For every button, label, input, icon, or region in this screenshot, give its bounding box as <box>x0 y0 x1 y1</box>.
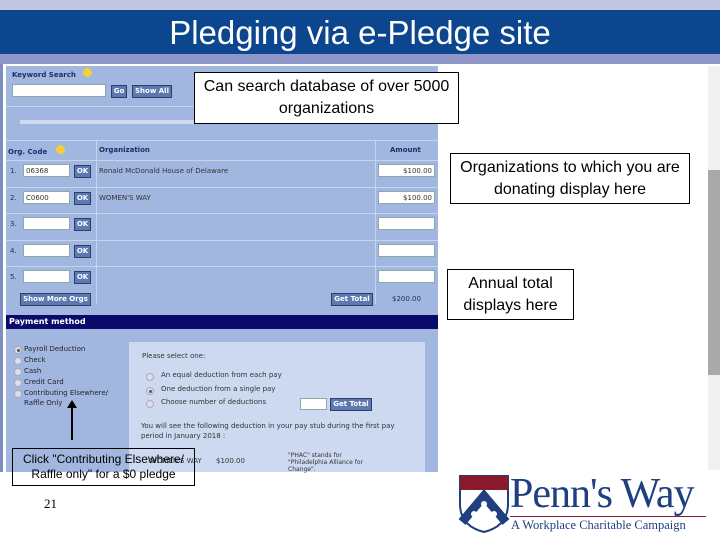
deduction-option-label: One deduction from a single pay <box>161 384 276 393</box>
go-button[interactable]: Go <box>111 85 127 98</box>
orgs-callout: Organizations to which you are donating … <box>450 153 690 204</box>
organization-header: Organization <box>99 146 150 154</box>
slide-title: Pledging via e-Pledge site <box>0 10 720 54</box>
deduction-info: You will see the following deduction in … <box>141 422 395 440</box>
deduction-get-total-button[interactable]: Get Total <box>330 398 372 411</box>
payment-method-radio[interactable] <box>14 379 22 387</box>
row-number: 4. <box>10 246 17 255</box>
org-code-header: Org. Code <box>8 148 48 156</box>
divider <box>6 140 438 141</box>
info-icon <box>83 68 92 77</box>
sub-strip <box>0 54 720 64</box>
annual-total: $200.00 <box>392 295 421 303</box>
logo-rule <box>510 516 706 517</box>
penns-way-logo: Penn's Way A Workplace Charitable Campai… <box>458 471 708 534</box>
show-all-button[interactable]: Show All <box>132 85 172 98</box>
phac-note: "PHAC" stands for "Philadelphia Alliance… <box>288 452 363 473</box>
info-icon <box>56 145 65 154</box>
amount-field[interactable]: $100.00 <box>378 190 435 204</box>
payment-method-label: Credit Card <box>24 378 64 386</box>
row-number: 1. <box>10 167 17 175</box>
row-number: 2. <box>10 193 17 202</box>
amount-field[interactable]: $100.00 <box>378 164 435 177</box>
penn-shield-icon <box>458 475 510 534</box>
deduction-option-radio[interactable] <box>146 400 154 408</box>
amount-field[interactable] <box>378 217 435 230</box>
deductions-count-input[interactable] <box>300 398 327 410</box>
org-code-input[interactable]: C0600 <box>23 190 70 204</box>
org-code-input[interactable] <box>23 243 70 257</box>
show-more-orgs-button[interactable]: Show More Orgs <box>20 293 91 306</box>
amount-field[interactable] <box>378 270 435 283</box>
keyword-search-label: Keyword Search <box>12 71 76 79</box>
payment-method-radio[interactable] <box>14 390 22 398</box>
table-row <box>6 186 438 213</box>
ok-button[interactable]: OK <box>74 271 91 284</box>
logo-tagline: A Workplace Charitable Campaign <box>511 518 686 532</box>
amount-header: Amount <box>390 146 421 154</box>
organization-name: WOMEN'S WAY <box>99 193 151 202</box>
org-code-input[interactable] <box>23 270 70 283</box>
table-row <box>6 266 438 292</box>
row-number: 3. <box>10 220 17 228</box>
org-code-input[interactable] <box>23 217 70 230</box>
payment-method-radio[interactable] <box>14 368 22 376</box>
keyword-search-input[interactable] <box>12 84 106 97</box>
search-results-bar <box>20 120 200 124</box>
payment-method-label: Payroll Deduction <box>24 345 86 353</box>
amount-field[interactable] <box>378 243 435 257</box>
deduction-option-radio[interactable] <box>146 373 154 381</box>
row-number: 5. <box>10 273 17 281</box>
top-strip <box>0 0 720 10</box>
ok-button[interactable]: OK <box>74 244 91 258</box>
ok-button[interactable]: OK <box>74 165 91 178</box>
ok-button[interactable]: OK <box>74 218 91 231</box>
organization-name: Ronald McDonald House of Delaware <box>99 167 229 175</box>
arrow-head-icon <box>67 400 77 408</box>
ok-button[interactable]: OK <box>74 191 91 205</box>
get-total-button[interactable]: Get Total <box>331 293 373 306</box>
payment-method-label: Check <box>24 356 46 364</box>
payment-method-radio[interactable] <box>14 346 22 354</box>
deduction-amount: $100.00 <box>216 457 245 465</box>
page-number: 21 <box>44 496 57 511</box>
logo-name: Penn's Way <box>510 471 695 517</box>
payment-method-radio[interactable] <box>14 357 22 365</box>
payment-method-label: Cash <box>24 367 42 375</box>
org-code-input[interactable]: 06368 <box>23 164 70 177</box>
search-callout: Can search database of over 5000 organiz… <box>194 72 459 124</box>
total-callout: Annual total displays here <box>447 269 574 320</box>
deduction-option-label: Choose number of deductions <box>161 398 267 406</box>
deduction-option-radio[interactable] <box>146 386 154 395</box>
payment-method-header: Payment method <box>6 315 438 329</box>
scrollbar-thumb[interactable] <box>708 170 720 375</box>
deduction-option-label: An equal deduction from each pay <box>161 371 282 379</box>
table-row <box>6 239 438 266</box>
table-row <box>6 213 438 239</box>
select-prompt: Please select one: <box>142 352 206 360</box>
raffle-callout: Click "Contributing Elsewhere/ Raffle on… <box>12 448 195 486</box>
